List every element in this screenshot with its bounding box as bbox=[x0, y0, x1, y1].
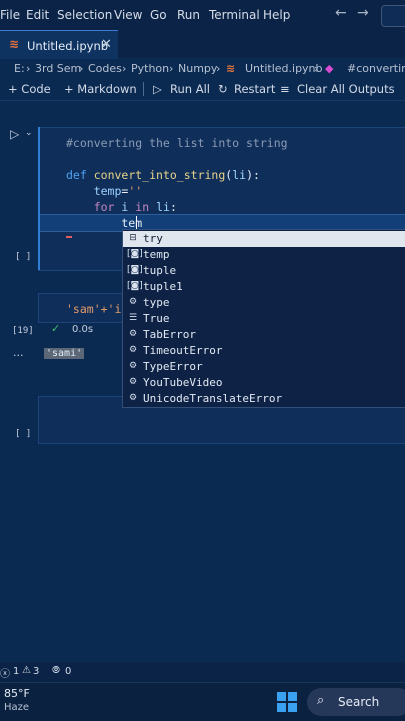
menu-selection[interactable]: Selection bbox=[57, 8, 112, 22]
run-all-button[interactable]: Run All bbox=[170, 82, 210, 96]
breadcrumb-codes[interactable]: Codes bbox=[88, 62, 122, 75]
code-line-for: for i in li: bbox=[93, 200, 177, 214]
search-label: Search bbox=[338, 695, 380, 709]
suggestion-item[interactable]: [◙] tuple bbox=[123, 263, 405, 279]
chevron-down-icon[interactable]: ⌄ bbox=[25, 128, 33, 138]
back-arrow-icon[interactable]: ← bbox=[335, 5, 347, 21]
ports-count[interactable]: 0 bbox=[65, 666, 71, 677]
windows-start-icon[interactable] bbox=[277, 692, 297, 712]
breadcrumb-separator: › bbox=[79, 62, 84, 75]
breadcrumb-separator: › bbox=[216, 62, 221, 75]
error-icon[interactable]: ⓧ bbox=[0, 665, 10, 680]
text-cursor bbox=[136, 216, 137, 229]
notebook-icon: ≋ bbox=[9, 37, 20, 51]
suggestion-item[interactable]: ⚙ TypeError bbox=[123, 359, 405, 375]
suggest-widget: ⊟ try [◙] temp [◙] tuple [◙] tuple1 ⚙ ty… bbox=[122, 229, 405, 408]
suggestion-item[interactable]: [◙] tuple1 bbox=[123, 279, 405, 295]
code-line-typing: tem bbox=[66, 216, 143, 230]
weather-temperature[interactable]: 85°F bbox=[4, 687, 30, 700]
breadcrumb-3rd-sem[interactable]: 3rd Sem bbox=[35, 62, 81, 75]
suggestion-item[interactable]: [◙] temp bbox=[123, 247, 405, 263]
clear-outputs-icon: ≡ bbox=[280, 82, 290, 96]
warning-count[interactable]: 3 bbox=[33, 666, 39, 677]
suggestion-item[interactable]: ⚙ type bbox=[123, 295, 405, 311]
run-cell-icon[interactable]: ▷ bbox=[10, 127, 19, 141]
menu-bar: File Edit Selection View Go Run Terminal… bbox=[0, 0, 405, 30]
tab-untitled-ipynb[interactable]: ≋ Untitled.ipynb ✕ bbox=[0, 30, 118, 59]
restart-icon: ↻ bbox=[218, 82, 228, 96]
cell-output: 'sami' bbox=[44, 348, 85, 359]
breadcrumb-python[interactable]: Python bbox=[131, 62, 169, 75]
squiggle-mark bbox=[66, 236, 72, 238]
cell-symbol-icon: ◆ bbox=[325, 62, 334, 75]
clear-all-outputs-button[interactable]: Clear All Outputs bbox=[297, 82, 395, 96]
class-icon: ⚙ bbox=[128, 345, 138, 355]
notebook-toolbar: + Code + Markdown ▷ Run All ↻ Restart ≡ … bbox=[0, 78, 405, 101]
taskbar: 85°F Haze ⌕ Search bbox=[0, 682, 405, 721]
breadcrumb-drive[interactable]: E: bbox=[14, 62, 25, 75]
class-icon: ⚙ bbox=[128, 377, 138, 387]
forward-arrow-icon[interactable]: → bbox=[357, 5, 369, 21]
cell2-code: 'sam'+'i' bbox=[66, 302, 129, 316]
breadcrumb: E: › 3rd Sem › Codes › Python › Numpy › … bbox=[0, 58, 405, 78]
variable-icon: [◙] bbox=[127, 265, 143, 275]
output-more-icon[interactable]: ... bbox=[13, 346, 24, 359]
check-icon: ✓ bbox=[51, 322, 61, 335]
execution-count: [ ] bbox=[15, 429, 32, 439]
class-icon: ⚙ bbox=[128, 393, 138, 403]
notebook-icon: ≋ bbox=[226, 62, 236, 75]
menu-terminal[interactable]: Terminal bbox=[209, 8, 260, 22]
add-code-button[interactable]: + Code bbox=[8, 82, 51, 96]
class-icon: ⚙ bbox=[128, 361, 138, 371]
class-icon: ⚙ bbox=[128, 329, 138, 339]
suggestion-item[interactable]: ⊟ try bbox=[123, 231, 405, 247]
command-center[interactable] bbox=[381, 5, 405, 27]
code-line-temp: temp='' bbox=[93, 184, 143, 198]
execution-count: [19] bbox=[12, 326, 34, 336]
weather-condition[interactable]: Haze bbox=[4, 702, 29, 713]
status-bar: ⓧ 1 ⚠ 3 ⦾ 0 bbox=[0, 662, 405, 682]
execution-time: 0.0s bbox=[72, 324, 94, 335]
menu-run[interactable]: Run bbox=[177, 8, 200, 22]
suggestion-item[interactable]: ☰ True bbox=[123, 311, 405, 327]
cell-focus-indicator bbox=[38, 127, 40, 270]
breadcrumb-separator: › bbox=[314, 62, 319, 75]
keyword-icon: ☰ bbox=[128, 313, 138, 323]
menu-help[interactable]: Help bbox=[263, 8, 290, 22]
breadcrumb-file[interactable]: Untitled.ipynb bbox=[245, 62, 323, 75]
class-icon: ⚙ bbox=[128, 297, 138, 307]
execution-count: [ ] bbox=[15, 252, 32, 262]
variable-icon: [◙] bbox=[127, 281, 143, 291]
breadcrumb-cell[interactable]: #converting bbox=[347, 62, 405, 75]
close-icon[interactable]: ✕ bbox=[101, 37, 112, 52]
breadcrumb-separator: › bbox=[122, 62, 127, 75]
snippet-icon: ⊟ bbox=[129, 233, 137, 243]
code-line-def: def convert_into_string(li): bbox=[66, 168, 260, 182]
suggestion-item[interactable]: ⚙ YouTubeVideo bbox=[123, 375, 405, 391]
breadcrumb-separator: › bbox=[169, 62, 174, 75]
menu-view[interactable]: View bbox=[114, 8, 142, 22]
tab-label: Untitled.ipynb bbox=[27, 39, 109, 53]
breadcrumb-numpy[interactable]: Numpy bbox=[178, 62, 217, 75]
restart-button[interactable]: Restart bbox=[234, 82, 275, 96]
menu-go[interactable]: Go bbox=[150, 8, 167, 22]
suggestion-item[interactable]: ⚙ TabError bbox=[123, 327, 405, 343]
add-markdown-button[interactable]: + Markdown bbox=[64, 82, 137, 96]
code-comment: #converting the list into string bbox=[66, 136, 288, 150]
error-count[interactable]: 1 bbox=[13, 666, 19, 677]
suggestion-item[interactable]: ⚙ UnicodeTranslateError bbox=[123, 391, 405, 407]
menu-edit[interactable]: Edit bbox=[26, 8, 49, 22]
menu-file[interactable]: File bbox=[0, 8, 20, 22]
suggestion-item[interactable]: ⚙ TimeoutError bbox=[123, 343, 405, 359]
breadcrumb-separator: › bbox=[26, 62, 31, 75]
ports-icon[interactable]: ⦾ bbox=[52, 665, 60, 676]
search-icon: ⌕ bbox=[317, 693, 325, 708]
warning-icon[interactable]: ⚠ bbox=[22, 665, 31, 676]
run-all-icon: ▷ bbox=[153, 82, 162, 96]
taskbar-search[interactable]: ⌕ Search bbox=[307, 688, 405, 716]
variable-icon: [◙] bbox=[127, 249, 143, 259]
tab-bar: ≋ Untitled.ipynb ✕ bbox=[0, 30, 405, 59]
toolbar-divider bbox=[143, 82, 144, 96]
